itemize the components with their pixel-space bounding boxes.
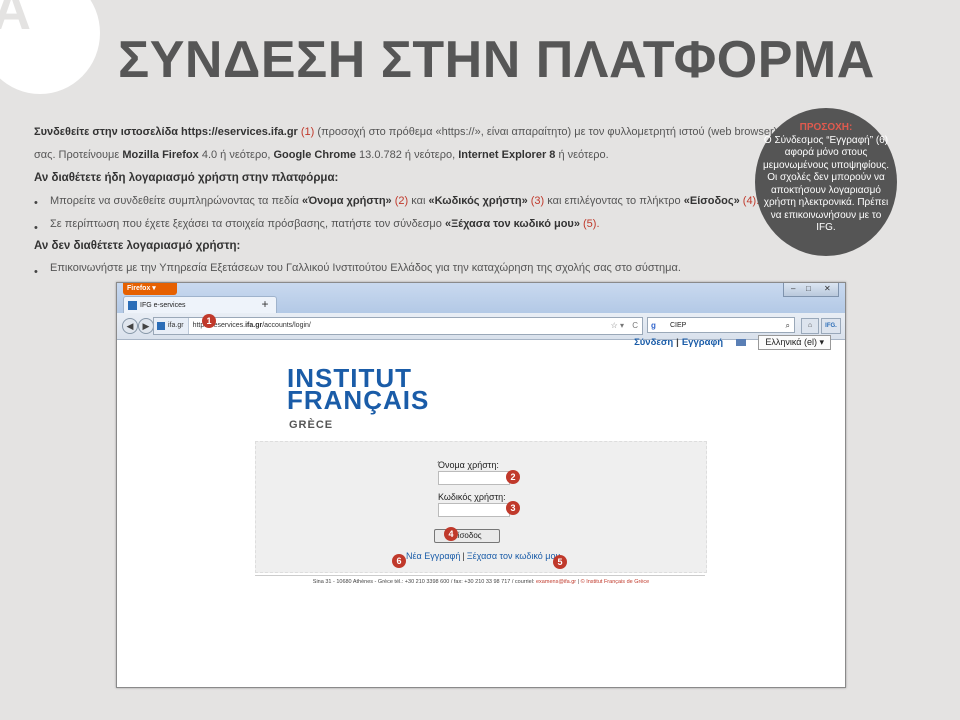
minimize-icon[interactable]: – xyxy=(791,284,795,293)
institut-logo: INSTITUT FRANÇAIS xyxy=(287,363,430,415)
bullet-dot: • xyxy=(34,197,38,209)
marker-2: 2 xyxy=(506,470,520,484)
bullet-dot: • xyxy=(34,222,38,234)
login-panel: Όνομα χρήστη: Κωδικός χρήστη: Είσοδος Νέ… xyxy=(255,441,707,573)
password-input[interactable] xyxy=(438,503,510,517)
forgot-password-link[interactable]: Ξέχασα τον κωδικό μου xyxy=(467,551,561,561)
bullet-contact-instructions: Επικοινωνήστε με την Υπηρεσία Εξετάσεων … xyxy=(50,262,681,274)
extension-button[interactable]: IFG. xyxy=(821,318,841,334)
back-icon[interactable]: ◀ xyxy=(122,318,138,334)
language-select[interactable]: Ελληνικά (el) ▾ xyxy=(758,335,831,350)
marker-3: 3 xyxy=(506,501,520,515)
new-tab-button[interactable]: + xyxy=(257,296,273,312)
reload-icon[interactable]: C xyxy=(632,318,638,334)
notice-heading: ΠΡΟΣΟΧΗ: xyxy=(799,122,853,133)
footer-institut-link[interactable]: © Institut Français de Grèce xyxy=(581,579,650,585)
bookmark-star-icon[interactable]: ☆ ▾ xyxy=(611,318,624,334)
notice-bubble: ΠΡΟΣΟΧΗ: Ο Σύνδεσμος “Εγγραφή” (6) αφορά… xyxy=(755,108,897,256)
marker-1: 1 xyxy=(202,314,216,328)
marker-5: 5 xyxy=(553,555,567,569)
forward-icon[interactable]: ▶ xyxy=(138,318,154,334)
site-icon xyxy=(157,322,165,330)
notice-body: Ο Σύνδεσμος “Εγγραφή” (6) αφορά μόνο στο… xyxy=(763,134,890,234)
bullet-login-instructions: Μπορείτε να συνδεθείτε συμπληρώνοντας τα… xyxy=(50,195,760,207)
site-footer: Sina 31 - 10680 Athènes - Grèce tél.: +3… xyxy=(312,579,650,585)
section-heading-no-account: Αν δεν διαθέτετε λογαριασμό χρήστη: xyxy=(34,240,241,252)
language-icon xyxy=(735,338,746,346)
page-title: ΣΥΝΔΕΣΗ ΣΤΗΝ ΠΛΑΤΦΟΡΜΑ xyxy=(118,31,875,89)
window-controls: – □ ✕ xyxy=(783,283,839,297)
browser-tab[interactable]: IFG e-services xyxy=(123,296,277,314)
password-label: Κωδικός χρήστη: xyxy=(438,492,506,502)
username-label: Όνομα χρήστη: xyxy=(438,460,499,470)
search-input[interactable]: g CIEP ⌕ xyxy=(647,317,795,333)
username-input[interactable] xyxy=(438,471,510,485)
marker-6: 6 xyxy=(392,554,406,568)
new-registration-link[interactable]: Νέα Εγγραφή xyxy=(406,551,460,561)
firefox-menu-button[interactable]: Firefox ▾ xyxy=(123,283,177,295)
footer-email-link[interactable]: examens@ifa.gr xyxy=(536,579,576,585)
form-links: Νέα Εγγραφή | Ξέχασα τον κωδικό μου xyxy=(406,551,561,561)
register-link[interactable]: Εγγραφή xyxy=(682,337,723,348)
bullet-dot: • xyxy=(34,266,38,278)
intro-line-1: Συνδεθείτε στην ιστοσελίδα https://eserv… xyxy=(34,126,857,138)
logo-subtitle: GRÈCE xyxy=(289,419,334,431)
site-top-nav: Σύνδεση | Εγγραφή Ελληνικά (el) ▾ xyxy=(634,335,831,350)
badge-letter: A xyxy=(0,0,31,41)
login-link[interactable]: Σύνδεση xyxy=(634,337,673,348)
home-icon[interactable]: ⌂ xyxy=(801,318,819,334)
favicon-icon xyxy=(128,301,137,310)
marker-4: 4 xyxy=(444,527,458,541)
section-heading-has-account: Αν διαθέτετε ήδη λογαριασμό χρήστη στην … xyxy=(34,172,339,184)
maximize-icon[interactable]: □ xyxy=(806,284,811,293)
close-icon[interactable]: ✕ xyxy=(824,284,831,293)
footer-divider xyxy=(255,575,705,576)
bullet-forgot-instructions: Σε περίπτωση που έχετε ξεχάσει τα στοιχε… xyxy=(50,218,600,230)
browser-window: Firefox ▾ IFG e-services + – □ ✕ ◀ ▶ ifa… xyxy=(116,282,846,688)
browser-titlebar: Firefox ▾ IFG e-services + – □ ✕ xyxy=(117,283,845,314)
google-icon: g xyxy=(651,321,656,330)
site-identity[interactable]: ifa.gr xyxy=(154,318,189,334)
search-icon[interactable]: ⌕ xyxy=(786,318,790,334)
intro-line-2: σας. Προτείνουμε Mozilla Firefox 4.0 ή ν… xyxy=(34,149,609,161)
url-bar[interactable]: ifa.grhttps://eservices.ifa.gr/accounts/… xyxy=(153,317,643,335)
section-badge: A xyxy=(0,0,100,94)
